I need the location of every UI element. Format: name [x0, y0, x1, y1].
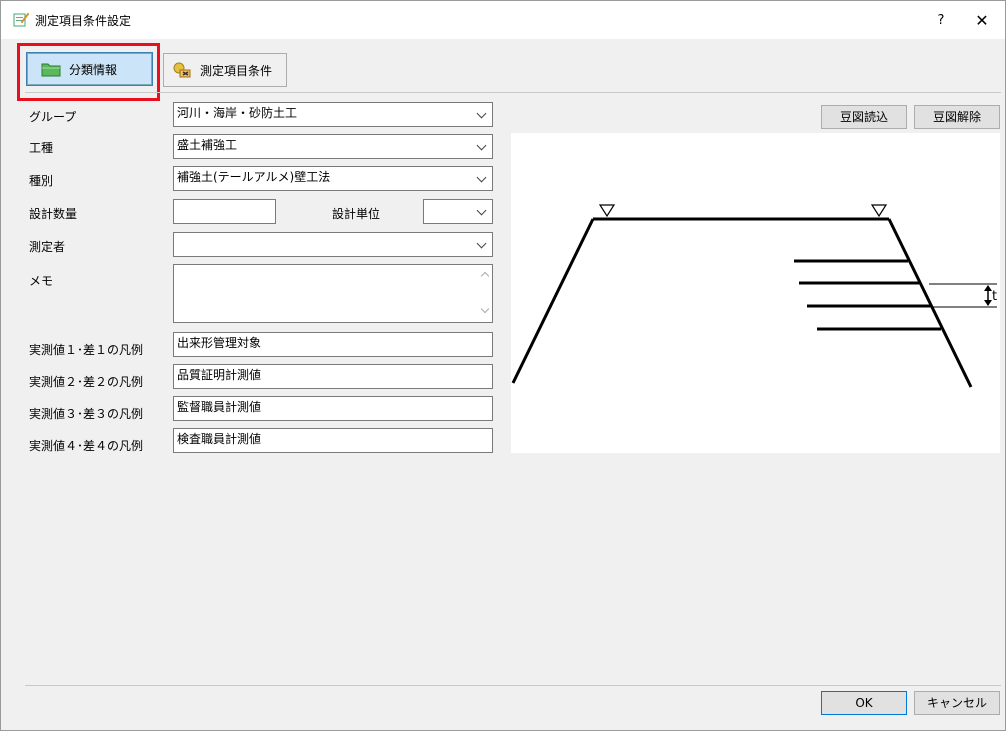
group-label: グループ: [29, 110, 77, 124]
left-slope-line: [511, 218, 595, 384]
window-title: 測定項目条件設定: [35, 14, 132, 28]
legend3-label: 実測値３･差３の凡例: [29, 407, 144, 421]
legend2-label: 実測値２･差２の凡例: [29, 375, 144, 389]
scroll-down-icon[interactable]: [480, 304, 490, 314]
memo-label: メモ: [29, 274, 54, 288]
legend1-label: 実測値１･差１の凡例: [29, 343, 144, 357]
legend4-label: 実測値４･差４の凡例: [29, 439, 144, 453]
clear-figure-button[interactable]: 豆図解除: [914, 105, 1000, 129]
app-edit-icon: [13, 12, 29, 27]
title-bar: 測定項目条件設定 ? ✕: [1, 1, 1005, 39]
measurer-select[interactable]: [173, 232, 493, 257]
dialog-window: 測定項目条件設定 ? ✕ 分類情報 測定項目条件 グループ 河川・海岸・砂防土工…: [0, 0, 1006, 731]
worktype-label: 工種: [29, 141, 54, 155]
tab-measurement-conditions-label: 測定項目条件: [200, 63, 273, 78]
memo-scrollbar[interactable]: [475, 265, 492, 322]
design-qty-label: 設計数量: [29, 207, 78, 221]
cancel-button[interactable]: キャンセル: [914, 691, 1000, 715]
bottom-divider: [25, 685, 1001, 686]
measurer-label: 測定者: [29, 240, 66, 254]
help-button[interactable]: ?: [926, 7, 956, 35]
design-qty-input[interactable]: [173, 199, 276, 224]
tools-icon: [173, 62, 191, 78]
design-unit-select[interactable]: [423, 199, 493, 224]
cross-section-figure: t: [511, 133, 1000, 453]
category-label: 種別: [29, 174, 54, 188]
design-unit-label: 設計単位: [332, 207, 381, 221]
dim-arrow-down-icon: [984, 300, 992, 306]
dim-label: t: [992, 289, 997, 304]
legend1-input[interactable]: 出来形管理対象: [173, 332, 493, 357]
legend2-input[interactable]: 品質証明計測値: [173, 364, 493, 389]
legend3-input[interactable]: 監督職員計測値: [173, 396, 493, 421]
dim-arrow-up-icon: [984, 285, 992, 291]
top-divider: [25, 92, 1001, 93]
tab-measurement-conditions[interactable]: 測定項目条件: [163, 53, 287, 87]
close-button[interactable]: ✕: [963, 7, 1001, 35]
worktype-select[interactable]: 盛土補強工: [173, 134, 493, 159]
category-select[interactable]: 補強土(テールアルメ)壁工法: [173, 166, 493, 191]
ok-button[interactable]: OK: [821, 691, 907, 715]
left-level-marker-icon: [598, 204, 616, 218]
legend4-input[interactable]: 検査職員計測値: [173, 428, 493, 453]
load-figure-button[interactable]: 豆図読込: [821, 105, 907, 129]
right-slope-line: [887, 218, 973, 388]
scroll-up-icon[interactable]: [480, 271, 490, 281]
embankment-diagram: t: [511, 204, 997, 388]
group-select[interactable]: 河川・海岸・砂防土工: [173, 102, 493, 127]
memo-textarea[interactable]: [173, 264, 493, 323]
right-level-marker-icon: [870, 204, 888, 218]
